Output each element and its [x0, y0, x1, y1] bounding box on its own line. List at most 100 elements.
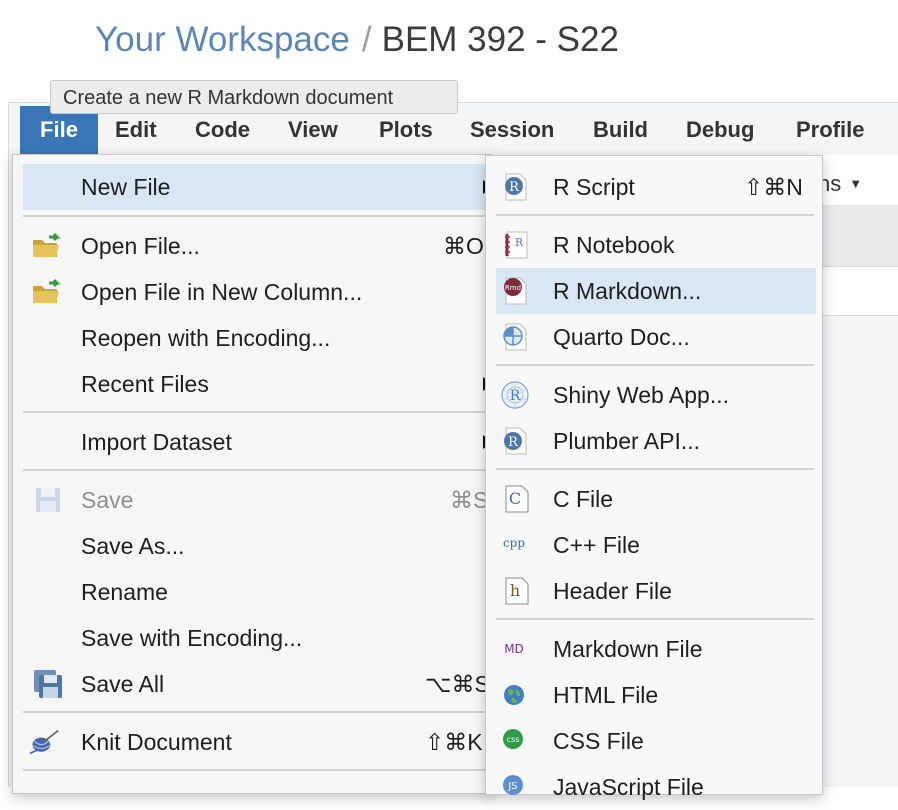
menu-item-open-file-new-column[interactable]: Open File in New Column...: [23, 269, 493, 315]
html-file-icon: [504, 685, 524, 705]
menu-item-new-file[interactable]: New File: [23, 164, 493, 210]
addins-dropdown[interactable]: ns ▼: [818, 171, 862, 197]
svg-text:R: R: [508, 435, 519, 450]
menu-item-label: Save All: [81, 671, 165, 697]
menu-item-header-file[interactable]: h Header File: [496, 568, 816, 614]
menu-item-shortcut: ⌘O: [443, 233, 484, 259]
menu-item-save-as[interactable]: Save As...: [23, 523, 493, 569]
menu-item-label: C File: [553, 486, 614, 512]
c-file-icon: C: [505, 485, 529, 513]
menu-item-label: Open File...: [81, 233, 200, 259]
menu-item-r-notebook[interactable]: R R Notebook: [496, 222, 816, 268]
menu-separator: [23, 469, 493, 471]
menu-separator: [23, 769, 493, 771]
menu-item-markdown-file[interactable]: MD Markdown File: [496, 626, 816, 672]
menu-item-label: Open File in New Column...: [81, 279, 363, 305]
breadcrumb-separator: /: [361, 20, 372, 59]
menu-separator: [23, 215, 493, 217]
menu-item-javascript-file[interactable]: JS JavaScript File: [496, 764, 816, 810]
svg-text:Rmd: Rmd: [505, 284, 521, 292]
menu-item-save-all[interactable]: Save All ⌥⌘S: [23, 661, 493, 707]
open-folder-icon: [33, 232, 61, 257]
menu-separator: [496, 214, 814, 216]
menu-item-recent-files[interactable]: Recent Files: [23, 361, 493, 407]
shiny-icon: R: [501, 381, 529, 409]
project-title: BEM 392 - S22: [381, 20, 619, 59]
markdown-file-icon: MD: [504, 642, 524, 656]
menu-item-reopen-with-encoding[interactable]: Reopen with Encoding...: [23, 315, 493, 361]
menu-item-open-file[interactable]: Open File... ⌘O: [23, 223, 493, 269]
menu-item-label: Rename: [81, 579, 168, 605]
menu-item-shortcut: ⌘S: [450, 487, 489, 513]
menu-item-shortcut: ⌥⌘S: [425, 671, 490, 697]
menu-item-label: Markdown File: [553, 636, 703, 662]
svg-text:css: css: [507, 735, 520, 744]
menu-build[interactable]: Build: [593, 106, 648, 154]
svg-text:R: R: [509, 180, 520, 195]
menu-item-label: Quarto Doc...: [553, 324, 690, 350]
menu-item-plumber-api[interactable]: R Plumber API...: [496, 418, 816, 464]
menu-item-cpp-file[interactable]: cpp C++ File: [496, 522, 816, 568]
svg-text:h: h: [510, 581, 520, 600]
save-all-icon: [34, 670, 62, 698]
menu-item-label: Plumber API...: [553, 428, 701, 454]
menu-debug[interactable]: Debug: [686, 106, 754, 154]
menu-item-label: R Script: [553, 174, 635, 200]
menu-item-c-file[interactable]: C C File: [496, 476, 816, 522]
header-file-icon: h: [505, 577, 529, 605]
menu-item-shiny-web-app[interactable]: R Shiny Web App...: [496, 372, 816, 418]
r-markdown-icon: Rmd: [504, 277, 527, 305]
menu-item-shortcut: ⇧⌘N: [744, 174, 803, 200]
menu-item-save-with-encoding[interactable]: Save with Encoding...: [23, 615, 493, 661]
svg-text:R: R: [510, 388, 521, 404]
menu-separator: [23, 411, 493, 413]
menu-item-label: R Notebook: [553, 232, 675, 258]
css-file-icon: css: [503, 729, 523, 749]
r-notebook-icon: R: [505, 231, 528, 259]
menu-item-label: Recent Files: [81, 371, 209, 397]
svg-text:R: R: [515, 236, 524, 249]
plumber-icon: R: [504, 427, 527, 455]
knit-icon: [29, 729, 59, 755]
svg-text:JS: JS: [507, 781, 517, 792]
menu-item-save[interactable]: Save ⌘S: [23, 477, 493, 523]
menu-item-label: C++ File: [553, 532, 640, 558]
menu-item-label: Shiny Web App...: [553, 382, 730, 408]
quarto-icon: [503, 323, 527, 351]
caret-down-icon: ▼: [849, 176, 863, 191]
menu-separator: [23, 711, 493, 713]
menu-item-label: JavaScript File: [553, 774, 704, 800]
menu-item-label: Header File: [553, 578, 672, 604]
new-file-submenu: R R Script ⇧⌘N R R Notebook Rmd R Markdo…: [485, 155, 823, 800]
cpp-file-icon: cpp: [503, 536, 525, 550]
menu-item-label: Knit Document: [81, 729, 232, 755]
menu-item-quarto-doc[interactable]: Quarto Doc...: [496, 314, 816, 360]
svg-text:MD: MD: [504, 642, 524, 656]
menu-item-label: Save: [81, 487, 134, 513]
menu-item-css-file[interactable]: css CSS File: [496, 718, 816, 764]
menu-item-r-markdown[interactable]: Rmd R Markdown...: [496, 268, 816, 314]
menu-item-label: Save As...: [81, 533, 185, 559]
open-folder-icon: [33, 278, 61, 303]
file-menu: New File Open File... ⌘O Open File in Ne…: [12, 154, 493, 794]
workspace-link[interactable]: Your Workspace: [95, 20, 350, 59]
menu-item-label: HTML File: [553, 682, 659, 708]
svg-text:C: C: [509, 489, 521, 508]
menu-item-html-file[interactable]: HTML File: [496, 672, 816, 718]
menu-item-shortcut: ⇧⌘K: [425, 729, 483, 755]
menu-item-label: Import Dataset: [81, 429, 232, 455]
menu-item-r-script[interactable]: R R Script ⇧⌘N: [496, 164, 816, 210]
breadcrumb: Your Workspace / BEM 392 - S22: [95, 16, 619, 64]
menu-item-rename[interactable]: Rename: [23, 569, 493, 615]
r-script-icon: R: [505, 173, 527, 201]
menu-profile[interactable]: Profile: [796, 106, 864, 154]
save-icon: [36, 488, 60, 512]
menu-item-label: R Markdown...: [553, 278, 702, 304]
menu-separator: [496, 618, 814, 620]
menu-item-knit-document[interactable]: Knit Document ⇧⌘K: [23, 719, 493, 765]
tooltip: Create a new R Markdown document: [50, 80, 458, 114]
menu-item-import-dataset[interactable]: Import Dataset: [23, 419, 493, 465]
menu-item-label: Reopen with Encoding...: [81, 325, 331, 351]
menu-session[interactable]: Session: [470, 106, 554, 154]
menu-item-label: Save with Encoding...: [81, 625, 303, 651]
